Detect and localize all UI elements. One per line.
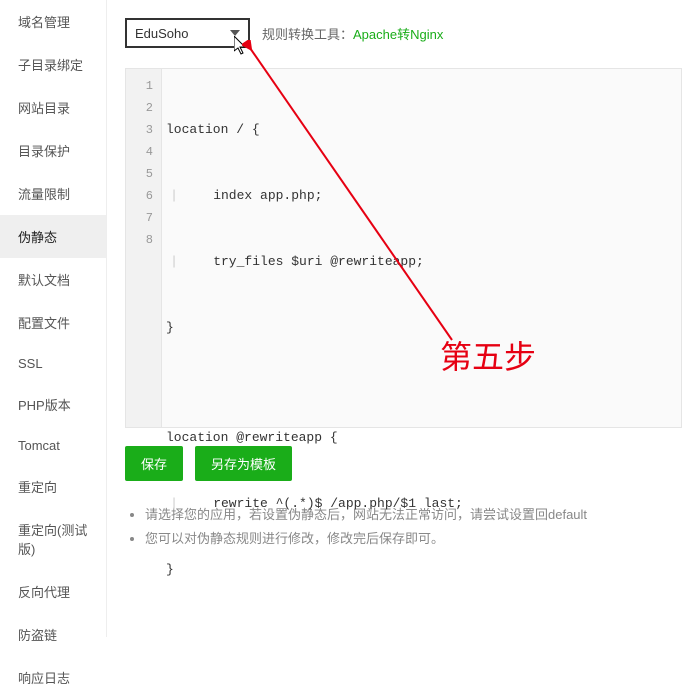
code-line: location @rewriteapp { — [166, 427, 681, 449]
line-number: 3 — [126, 119, 161, 141]
code-body[interactable]: location / { | index app.php; | try_file… — [162, 69, 681, 427]
line-number: 7 — [126, 207, 161, 229]
line-number: 1 — [126, 75, 161, 97]
sidebar-item-rewrite[interactable]: 伪静态 — [0, 215, 106, 258]
line-number: 8 — [126, 229, 161, 251]
sidebar-item-subdir[interactable]: 子目录绑定 — [0, 43, 106, 86]
sidebar-item-traffic[interactable]: 流量限制 — [0, 172, 106, 215]
code-line: | index app.php; — [166, 185, 681, 207]
sidebar: 域名管理 子目录绑定 网站目录 目录保护 流量限制 伪静态 默认文档 配置文件 … — [0, 0, 107, 637]
template-select[interactable]: EduSoho — [125, 18, 250, 48]
template-select-value: EduSoho — [135, 26, 230, 41]
sidebar-item-redirect[interactable]: 重定向 — [0, 465, 106, 508]
code-gutter: 1 2 3 4 5 6 7 8 — [126, 69, 162, 427]
chevron-down-icon — [230, 30, 240, 36]
sidebar-item-hotlink[interactable]: 防盗链 — [0, 613, 106, 656]
sidebar-item-tomcat[interactable]: Tomcat — [0, 426, 106, 465]
line-number: 5 — [126, 163, 161, 185]
code-line: | try_files $uri @rewriteapp; — [166, 251, 681, 273]
sidebar-item-defaultdoc[interactable]: 默认文档 — [0, 258, 106, 301]
code-line: location / { — [166, 119, 681, 141]
sidebar-item-ssl[interactable]: SSL — [0, 344, 106, 383]
line-number: 6 — [126, 185, 161, 207]
sidebar-item-redirect-beta[interactable]: 重定向(测试版) — [0, 508, 106, 570]
convert-label: 规则转换工具： — [262, 27, 353, 42]
sidebar-item-dirprotect[interactable]: 目录保护 — [0, 129, 106, 172]
code-line: } — [166, 317, 681, 339]
sidebar-item-proxy[interactable]: 反向代理 — [0, 570, 106, 613]
line-number: 4 — [126, 141, 161, 163]
sidebar-item-webdir[interactable]: 网站目录 — [0, 86, 106, 129]
code-line: | rewrite ^(.*)$ /app.php/$1 last; — [166, 493, 681, 515]
code-line: } — [166, 559, 681, 581]
convert-tool-row: 规则转换工具：Apache转Nginx — [262, 24, 443, 43]
sidebar-item-responselog[interactable]: 响应日志 — [0, 656, 106, 699]
code-editor[interactable]: 1 2 3 4 5 6 7 8 location / { | index app… — [125, 68, 682, 428]
sidebar-item-config[interactable]: 配置文件 — [0, 301, 106, 344]
sidebar-item-php[interactable]: PHP版本 — [0, 383, 106, 426]
sidebar-item-domain[interactable]: 域名管理 — [0, 0, 106, 43]
line-number: 2 — [126, 97, 161, 119]
top-row: EduSoho 规则转换工具：Apache转Nginx — [125, 18, 682, 48]
cursor-icon — [234, 36, 250, 56]
convert-link[interactable]: Apache转Nginx — [353, 27, 443, 42]
main-content: EduSoho 规则转换工具：Apache转Nginx 1 2 3 4 5 6 … — [107, 0, 700, 569]
